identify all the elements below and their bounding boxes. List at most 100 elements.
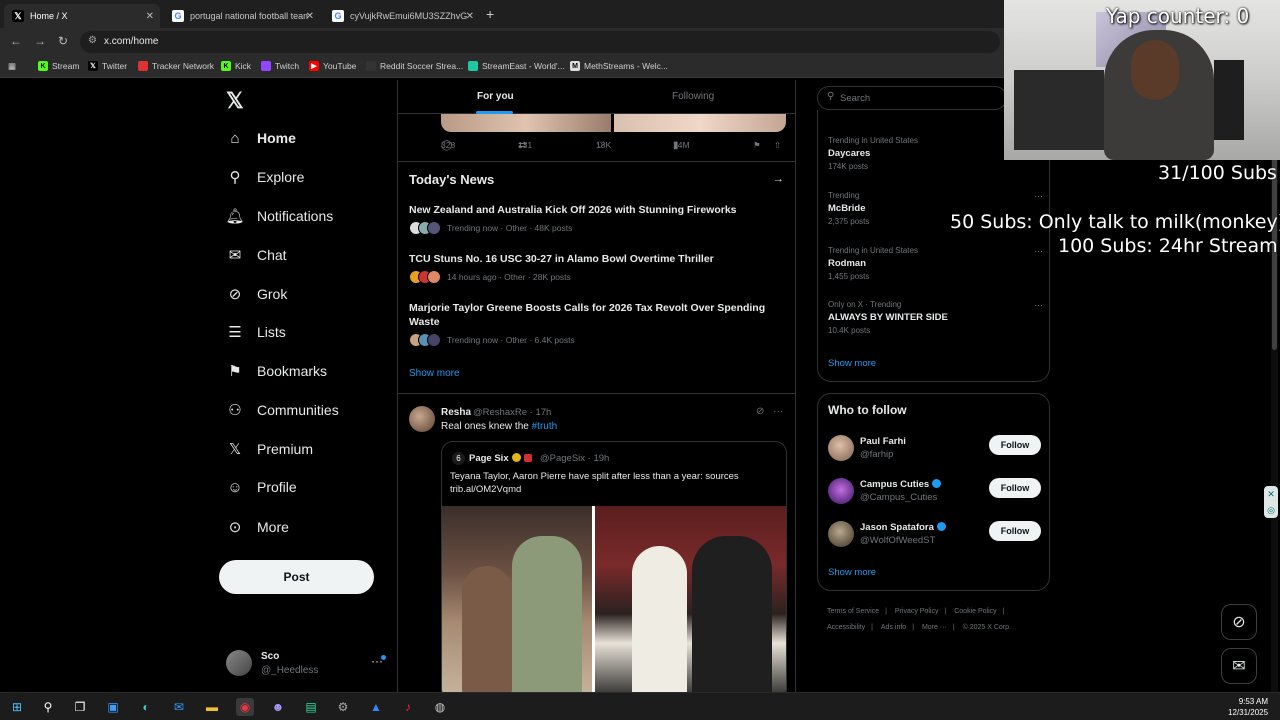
nav-explore[interactable]: ⚲ Explore xyxy=(226,165,305,189)
apps-icon[interactable]: ▦ xyxy=(8,61,16,72)
reload-icon[interactable]: ↻ xyxy=(58,34,68,48)
more-dots-icon[interactable]: ··· xyxy=(1034,246,1043,256)
footer-link[interactable]: More ··· xyxy=(922,624,947,631)
mail-icon[interactable]: ✉ xyxy=(170,698,188,716)
bookmark-tracker-network[interactable]: Tracker Network xyxy=(138,61,214,71)
messages-fab-button[interactable]: ✉ xyxy=(1221,648,1257,684)
more-dots-icon[interactable]: ··· xyxy=(1034,300,1043,310)
footer-link[interactable]: Ads info xyxy=(881,624,906,631)
forward-icon[interactable]: → xyxy=(34,34,46,48)
address-bar[interactable]: ⚙ x.com/home xyxy=(80,31,1000,53)
browser-tab-image[interactable]: G cyVujkRwEmui6MU3SZZhvG.jpg ✕ xyxy=(324,4,480,28)
browser-tab-google-search[interactable]: G portugal national football team ✕ xyxy=(164,4,320,28)
follow-button[interactable]: Follow xyxy=(989,435,1041,455)
search-input[interactable]: ⚲ Search xyxy=(817,86,1007,110)
edge-icon[interactable]: ◐ xyxy=(137,698,155,716)
bookmark-youtube[interactable]: ▶ YouTube xyxy=(309,61,356,71)
nav-communities[interactable]: ⚇ Communities xyxy=(226,398,338,422)
close-icon[interactable]: ✕ xyxy=(306,11,314,22)
share-icon[interactable]: ⇧ xyxy=(774,140,781,151)
news-item[interactable]: TCU Stuns No. 16 USC 30-27 in Alamo Bowl… xyxy=(409,252,789,284)
post-button[interactable]: Post xyxy=(219,560,374,594)
bookmark-kick[interactable]: K Kick xyxy=(221,61,251,71)
active-tab-indicator xyxy=(476,111,513,114)
bookmark-methstreams[interactable]: M MethStreams - Welc... xyxy=(570,61,668,71)
bookmark-reddit-soccer[interactable]: Reddit Soccer Strea... xyxy=(366,61,463,71)
footer-link[interactable]: Privacy Policy xyxy=(895,608,939,615)
trend-item[interactable]: Trending in United States Rodman 1,455 p… xyxy=(828,246,1043,281)
site-info-icon[interactable]: ⚙ xyxy=(88,35,97,46)
bookmark-streameast[interactable]: StreamEast - World'... xyxy=(468,61,565,71)
nav-grok[interactable]: ⊘ Grok xyxy=(226,282,288,306)
back-icon[interactable]: ← xyxy=(10,34,22,48)
footer-link[interactable]: Terms of Service xyxy=(827,608,879,615)
follow-suggestion[interactable]: Campus Cuties @Campus_Cuties Follow xyxy=(828,478,1043,508)
bookmark-twitch[interactable]: Twitch xyxy=(261,61,299,71)
grok-fab-button[interactable]: ⊘ xyxy=(1221,604,1257,640)
nav-lists[interactable]: ☰ Lists xyxy=(226,320,286,344)
more-dots-icon[interactable]: ··· xyxy=(773,406,783,417)
tweet-author-name[interactable]: Resha xyxy=(441,407,471,418)
notification-dot xyxy=(381,655,386,660)
account-switcher[interactable]: Sco @_Heedless ··· xyxy=(226,648,386,678)
news-item[interactable]: New Zealand and Australia Kick Off 2026 … xyxy=(409,203,789,235)
quoted-post[interactable]: 6 Page Six @PageSix · 19h Teyana Taylor,… xyxy=(441,441,787,692)
tab-for-you[interactable]: For you xyxy=(477,91,514,102)
system-clock[interactable]: 9:53 AM 12/31/2025 xyxy=(1228,696,1268,718)
tab-title: portugal national football team xyxy=(190,11,308,21)
grok-icon[interactable]: ⊘ xyxy=(756,406,764,417)
avatar[interactable] xyxy=(409,406,435,432)
arrow-right-icon[interactable]: → xyxy=(773,173,784,185)
close-icon[interactable]: ✕ xyxy=(146,11,154,22)
extension-icon[interactable]: ◎ xyxy=(1267,505,1275,516)
music-icon[interactable]: ♪ xyxy=(399,698,417,716)
browser-tab-home[interactable]: 𝕏 Home / X ✕ xyxy=(4,4,160,28)
tweet-author-handle[interactable]: @ReshaxRe · 17h xyxy=(473,407,551,418)
suggestion-name: Campus Cuties xyxy=(860,479,942,490)
steam-icon[interactable]: ⚙ xyxy=(334,698,352,716)
x-logo-icon[interactable]: 𝕏 xyxy=(226,88,244,114)
nav-notifications[interactable]: 🔔︎ Notifications xyxy=(225,204,333,228)
windows-start-icon[interactable]: ⊞ xyxy=(8,698,26,716)
more-dots-icon[interactable]: ··· xyxy=(1034,191,1043,201)
discord-icon[interactable]: ☻ xyxy=(269,698,287,716)
follow-suggestion[interactable]: Paul Farhi @farhip Follow xyxy=(828,435,1043,465)
app-icon[interactable]: ▲ xyxy=(367,698,385,716)
trend-item[interactable]: Only on X · Trending ALWAYS BY WINTER SI… xyxy=(828,300,1043,335)
search-icon[interactable]: ⚲ xyxy=(39,698,57,716)
follow-suggestion[interactable]: Jason Spatafora @WolfOfWeedST Follow xyxy=(828,521,1043,551)
hashtag-link[interactable]: #truth xyxy=(532,421,558,432)
nav-bookmarks[interactable]: ⚑ Bookmarks xyxy=(226,359,327,383)
store-icon[interactable]: ▣ xyxy=(104,698,122,716)
news-avatars xyxy=(409,221,443,235)
post-image[interactable] xyxy=(441,114,786,132)
obs-icon[interactable]: ◍ xyxy=(431,698,449,716)
footer-link[interactable]: Accessibility xyxy=(827,624,865,631)
bookmark-icon[interactable]: ⚑ xyxy=(753,140,761,151)
nav-profile[interactable]: ☺ Profile xyxy=(226,475,296,499)
app-icon[interactable]: ▤ xyxy=(302,698,320,716)
close-icon[interactable]: ✕ xyxy=(1267,489,1275,500)
task-view-icon[interactable]: ❐ xyxy=(71,698,89,716)
bookmark-twitter[interactable]: 𝕏 Twitter xyxy=(88,61,127,71)
show-more-trends-link[interactable]: Show more xyxy=(828,358,876,369)
nav-more[interactable]: ⊙ More xyxy=(226,515,289,539)
nav-home[interactable]: ⌂ Home xyxy=(226,126,295,150)
folder-icon[interactable]: ▬ xyxy=(203,698,221,716)
extension-widget[interactable]: ✕ ◎ xyxy=(1264,486,1278,518)
new-tab-icon[interactable]: + xyxy=(486,6,494,22)
follow-button[interactable]: Follow xyxy=(989,521,1041,541)
chrome-icon[interactable]: ◉ xyxy=(236,698,254,716)
show-more-follow-link[interactable]: Show more xyxy=(828,567,876,578)
close-icon[interactable]: ✕ xyxy=(466,11,474,22)
show-more-news-link[interactable]: Show more xyxy=(409,368,460,379)
nav-premium[interactable]: 𝕏 Premium xyxy=(226,437,313,461)
tab-following[interactable]: Following xyxy=(672,91,714,102)
quoted-photo[interactable] xyxy=(442,506,786,692)
nav-chat[interactable]: ✉ Chat xyxy=(226,243,287,267)
footer-link[interactable]: Cookie Policy xyxy=(954,608,996,615)
bookmark-stream[interactable]: K Stream xyxy=(38,61,79,71)
follow-button[interactable]: Follow xyxy=(989,478,1041,498)
bell-icon: 🔔︎ xyxy=(225,208,245,225)
news-item[interactable]: Marjorie Taylor Greene Boosts Calls for … xyxy=(409,301,789,347)
